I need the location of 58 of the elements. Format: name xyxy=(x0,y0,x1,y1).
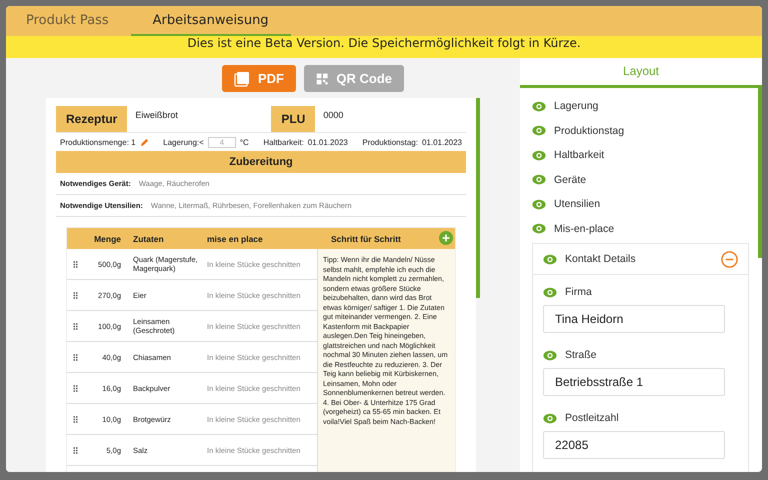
qr-code-icon xyxy=(316,70,328,86)
eye-icon[interactable] xyxy=(532,125,546,136)
layout-item: Lagerung xyxy=(554,100,598,112)
production-label: Produktionstag: xyxy=(362,138,418,146)
drag-handle-icon[interactable] xyxy=(73,384,78,392)
drag-handle-icon[interactable] xyxy=(73,446,78,454)
eye-icon[interactable] xyxy=(532,150,546,161)
eye-icon[interactable] xyxy=(532,174,546,186)
layout-item: Geräte xyxy=(554,174,586,186)
eye-icon[interactable] xyxy=(543,350,557,360)
column-header: mise en place xyxy=(207,234,264,244)
quantity-text: Produktionsmenge: 1 xyxy=(60,138,136,146)
eye-icon[interactable] xyxy=(532,100,546,112)
eye-icon[interactable] xyxy=(532,198,546,210)
layout-item: Mis-en-place xyxy=(554,222,614,235)
text-field[interactable]: Tina Heidorn xyxy=(543,305,725,333)
shelf-life-label: Haltbarkeit: xyxy=(263,138,304,146)
column-header: Menge xyxy=(93,234,121,244)
scrollbar[interactable] xyxy=(476,98,480,298)
text-field[interactable]: Betriebsstraße 1 xyxy=(543,368,725,396)
drag-handle-icon[interactable] xyxy=(73,260,78,268)
eye-icon[interactable] xyxy=(543,412,557,424)
field-label: Straße xyxy=(565,349,597,361)
column-header: Schritt für Schritt xyxy=(331,234,401,244)
recipe-name: Eiweißbrot xyxy=(134,109,179,122)
unit-label: °C xyxy=(240,138,249,146)
eye-icon[interactable] xyxy=(543,286,557,298)
scrollbar[interactable] xyxy=(758,88,762,258)
section-header: Zubereitung xyxy=(56,151,466,173)
drag-handle-icon[interactable] xyxy=(73,290,78,300)
beta-banner: Dies ist eine Beta Version. Die Speichermöglichkeit folgt in Kürze. xyxy=(6,36,762,58)
drag-handle-icon[interactable] xyxy=(73,414,78,424)
field-label: Firma xyxy=(565,286,592,298)
layout-item: Haltbarkeit xyxy=(554,149,604,162)
collapse-icon[interactable] xyxy=(721,250,738,268)
field-label: Postleitzahl xyxy=(565,412,619,424)
plu-value: 0000 xyxy=(322,109,344,122)
layout-item: Produktionstag xyxy=(554,124,624,137)
layout-item: Utensilien xyxy=(554,198,600,210)
storage-label: Lagerung:< xyxy=(163,138,204,146)
eye-icon[interactable] xyxy=(543,254,557,264)
temperature-field[interactable]: 4 xyxy=(208,136,236,148)
text-field[interactable]: 22085 xyxy=(543,431,725,459)
column-header: Zutaten xyxy=(133,234,165,244)
production-date: 01.01.2023 xyxy=(422,138,462,146)
tab[interactable]: Produkt Pass xyxy=(12,6,123,36)
field-label: PLU xyxy=(271,106,316,132)
pdf-button[interactable]: PDF xyxy=(222,65,296,92)
document-icon xyxy=(234,70,250,86)
layout-tab[interactable]: Layout xyxy=(520,58,762,88)
eye-icon[interactable] xyxy=(532,223,546,234)
pencil-icon[interactable] xyxy=(140,138,149,146)
drag-handle-icon[interactable] xyxy=(73,322,78,330)
drag-handle-icon[interactable] xyxy=(73,352,78,362)
add-icon[interactable] xyxy=(439,231,453,245)
group-title: Kontakt Details xyxy=(565,253,636,265)
field-label: Rezeptur xyxy=(56,106,128,132)
shelf-life-date: 01.01.2023 xyxy=(308,138,348,146)
